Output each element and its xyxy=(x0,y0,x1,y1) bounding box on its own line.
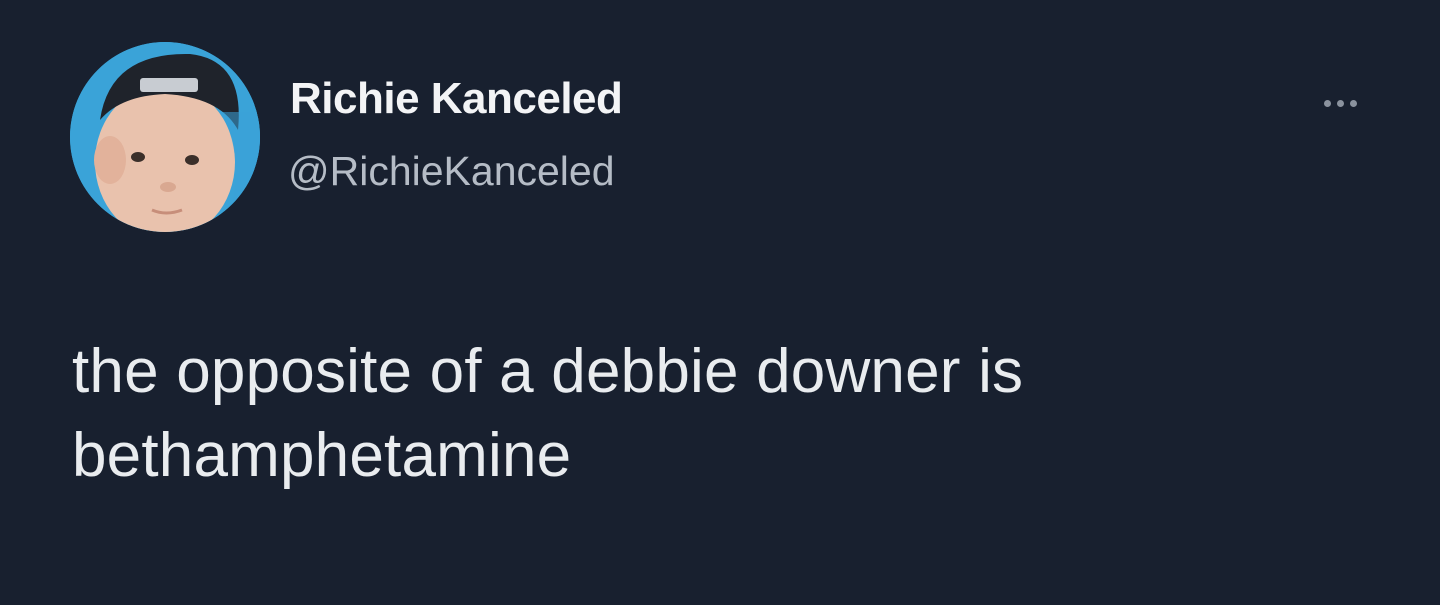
more-options-button[interactable] xyxy=(1312,88,1368,118)
tweet-text-line: the opposite of a debbie downer is xyxy=(72,337,1024,406)
display-name[interactable]: Richie Kanceled xyxy=(290,74,623,124)
tweet-text: the opposite of a debbie downer is betha… xyxy=(72,330,1372,498)
tweet-text-line: bethamphetamine xyxy=(72,421,572,490)
baby-avatar-icon xyxy=(70,42,260,232)
avatar[interactable] xyxy=(70,42,260,232)
user-handle[interactable]: @RichieKanceled xyxy=(288,148,615,195)
ellipsis-icon xyxy=(1323,99,1331,107)
ellipsis-icon xyxy=(1336,99,1344,107)
ellipsis-icon xyxy=(1349,99,1357,107)
tweet-card: Richie Kanceled @RichieKanceled the oppo… xyxy=(0,0,1440,605)
